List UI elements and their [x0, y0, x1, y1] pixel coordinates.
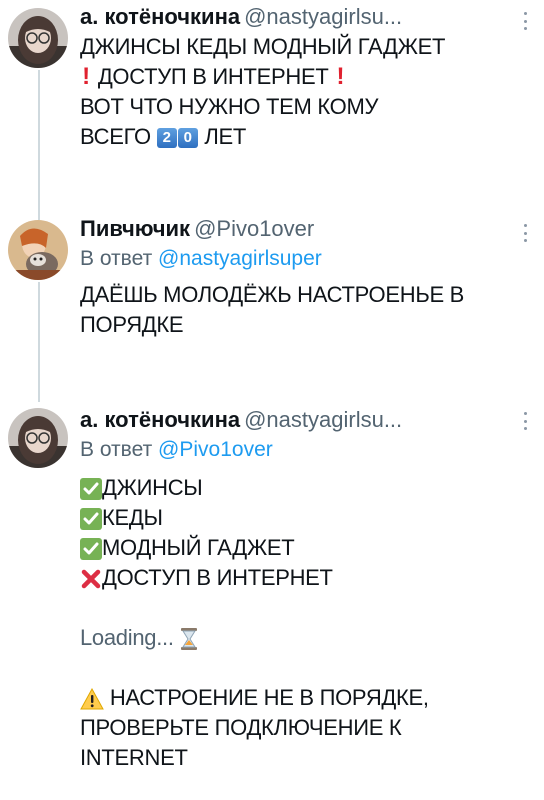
text-segment: ДОСТУП В ИНТЕРНЕТ	[97, 64, 329, 89]
more-options-icon[interactable]	[520, 224, 530, 242]
text-line: ПОРЯДКЕ	[80, 312, 184, 337]
display-name[interactable]: Пивчючик	[80, 216, 190, 241]
hourglass-icon	[181, 628, 198, 651]
red-exclamation-icon: !	[82, 63, 90, 90]
loading-line: Loading...	[80, 623, 504, 653]
user-handle[interactable]: @nastyagirlsu...	[244, 4, 402, 29]
checklist-item-label: ДЖИНСЫ	[102, 475, 203, 500]
text-line: ДАЁШЬ МОЛОДЁЖЬ НАСТРОЕНЬЕ В	[80, 282, 465, 307]
more-options-icon[interactable]	[520, 412, 530, 430]
tweet-header: а. котёночкина @nastyagirlsu...	[80, 405, 504, 435]
keycap-digit-icon: 2	[156, 128, 177, 149]
text-segment: ЛЕТ	[204, 124, 247, 149]
text-line: ! ДОСТУП В ИНТЕРНЕТ !	[80, 62, 504, 92]
tweet[interactable]: Пивчючик @Pivo1over В ответ @nastyagirlsu…	[0, 212, 544, 382]
tweet-header: а. котёночкина @nastyagirlsu...	[80, 2, 504, 32]
checklist-item: КЕДЫ	[80, 503, 504, 533]
avatar[interactable]	[8, 8, 68, 68]
avatar[interactable]	[8, 408, 68, 468]
loading-text: Loading...	[80, 625, 174, 650]
text-line: INTERNET	[80, 745, 188, 770]
cross-mark-icon	[81, 569, 101, 589]
user-handle[interactable]: @nastyagirlsu...	[244, 407, 402, 432]
white-check-mark-icon	[80, 478, 102, 501]
checklist-item-label: ДОСТУП В ИНТЕРНЕТ	[102, 565, 333, 590]
text-segment: НАСТРОЕНИЕ НЕ В ПОРЯДКЕ,	[109, 685, 429, 710]
text-segment: ВСЕГО	[80, 124, 151, 149]
reply-handle-link[interactable]: @Pivo1over	[158, 438, 273, 461]
keycap-digit-icon: 0	[177, 128, 198, 149]
tweet-text: ДЖИНСЫ КЕДЫ МОДНЫЙ ГАДЖЕТ ! ДОСТУП В ИНТ…	[80, 32, 504, 152]
user-handle[interactable]: @Pivo1over	[194, 216, 314, 241]
checklist-item-label: КЕДЫ	[102, 505, 163, 530]
reply-context: В ответ @nastyagirlsuper	[80, 244, 504, 274]
tweet[interactable]: а. котёночкина @nastyagirlsu... В ответ @…	[0, 400, 544, 800]
white-check-mark-icon	[80, 508, 102, 531]
reply-prefix: В ответ	[80, 438, 153, 461]
tweet[interactable]: а. котёночкина @nastyagirlsu... ДЖИНСЫ КЕ…	[0, 0, 544, 200]
checklist-item: ДЖИНСЫ	[80, 473, 504, 503]
display-name[interactable]: а. котёночкина	[80, 407, 240, 432]
checklist-item: МОДНЫЙ ГАДЖЕТ	[80, 533, 504, 563]
text-line: НАСТРОЕНИЕ НЕ В ПОРЯДКЕ,	[80, 683, 504, 713]
more-options-icon[interactable]	[520, 12, 530, 30]
white-check-mark-icon	[80, 538, 102, 561]
text-line: ВСЕГО 20 ЛЕТ	[80, 122, 504, 152]
checklist-item: ДОСТУП В ИНТЕРНЕТ	[80, 563, 504, 593]
tweet-text: ДАЁШЬ МОЛОДЁЖЬ НАСТРОЕНЬЕ В ПОРЯДКЕ	[80, 280, 504, 340]
reply-handle-link[interactable]: @nastyagirlsuper	[158, 247, 322, 270]
reply-context: В ответ @Pivo1over	[80, 435, 504, 465]
warning-icon	[80, 688, 104, 710]
display-name[interactable]: а. котёночкина	[80, 4, 240, 29]
tweet-header: Пивчючик @Pivo1over	[80, 214, 504, 244]
checklist-item-label: МОДНЫЙ ГАДЖЕТ	[102, 535, 295, 560]
text-line: ПРОВЕРЬТЕ ПОДКЛЮЧЕНИЕ К	[80, 715, 402, 740]
reply-prefix: В ответ	[80, 247, 153, 270]
text-line: ВОТ ЧТО НУЖНО ТЕМ КОМУ	[80, 94, 379, 119]
red-exclamation-icon: !	[336, 63, 345, 90]
text-line: ДЖИНСЫ КЕДЫ МОДНЫЙ ГАДЖЕТ	[80, 34, 446, 59]
tweet-text: ДЖИНСЫ КЕДЫ МОДНЫЙ ГАДЖЕТ ДОСТУП В ИНТЕР…	[80, 473, 504, 773]
avatar[interactable]	[8, 220, 68, 280]
